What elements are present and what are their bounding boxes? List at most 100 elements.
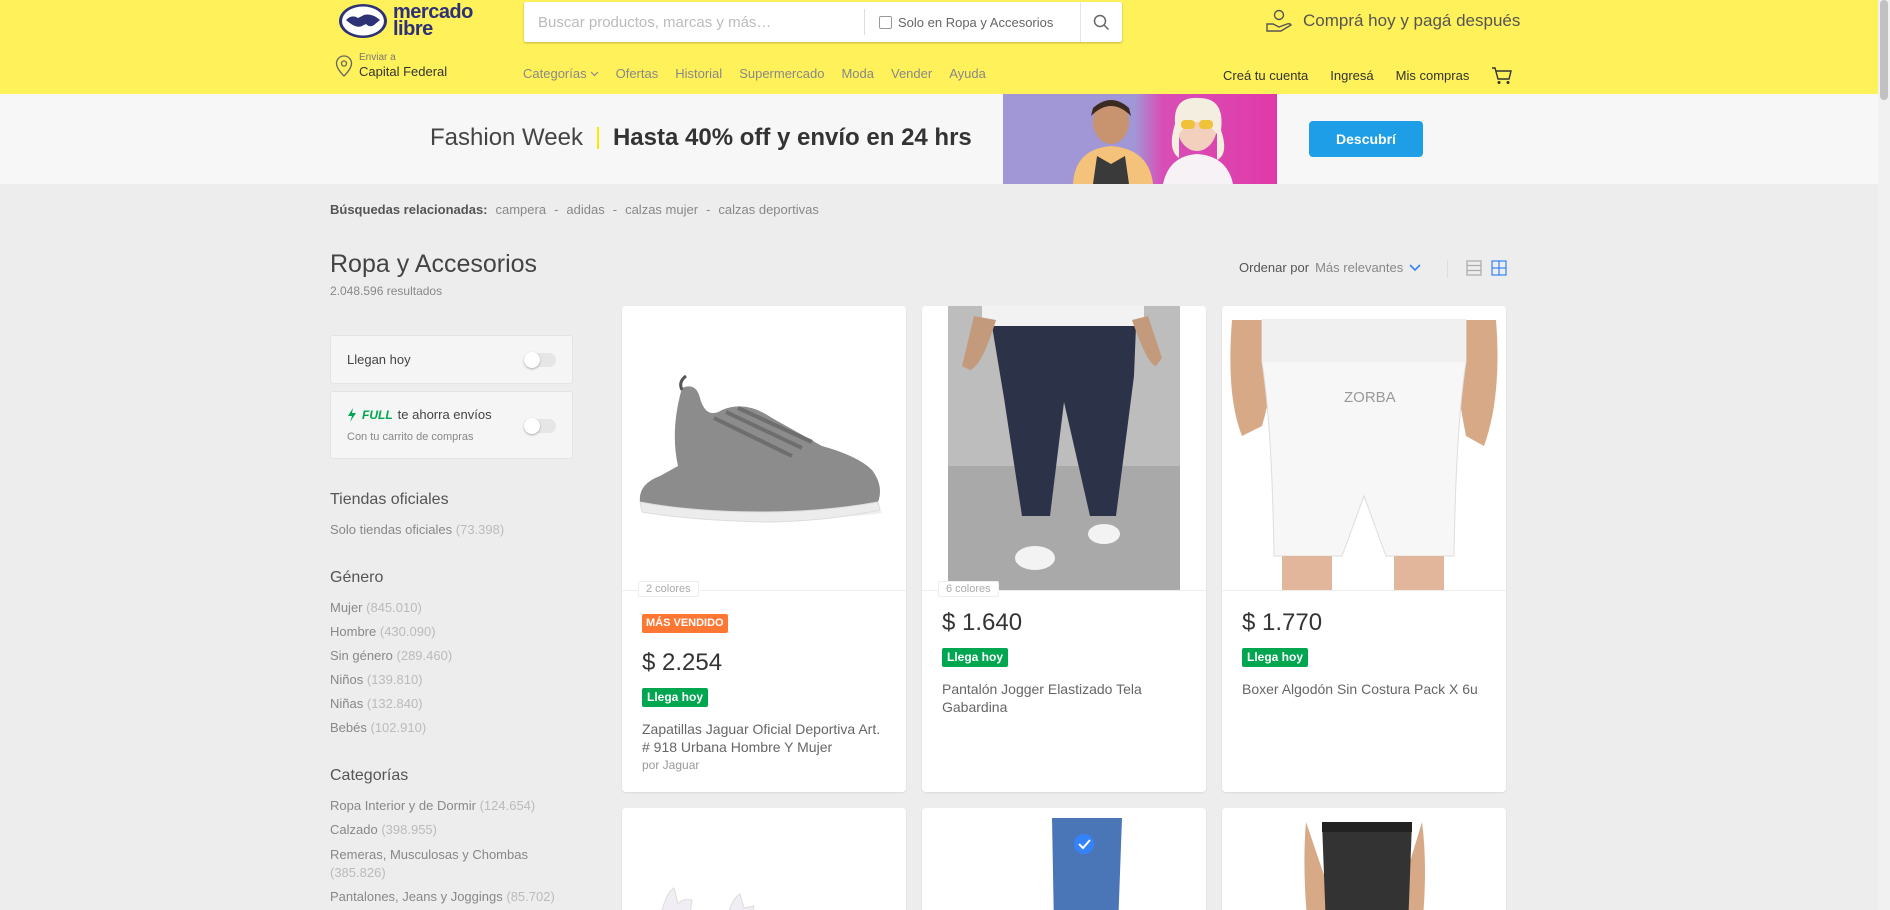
product-card[interactable] [1222,808,1506,910]
llegan-hoy-label: Llegan hoy [347,352,411,367]
filter-count: (139.810) [366,672,423,687]
product-card[interactable]: ZORBA $ 1.770 Llega hoy Boxer Algodón Si… [1222,306,1506,792]
filter-count: (385.826) [330,865,386,880]
page-title: Ropa y Accesorios [330,250,538,278]
filter-label: Bebés [330,720,367,735]
filter-gender-hombre[interactable]: Hombre (430.090) [330,624,436,639]
product-price: $ 1.640 [942,609,1023,636]
brand-print: ZORBA [1344,389,1396,406]
filter-category[interactable]: Remeras, Musculosas y Chombas (385.826) [330,846,555,882]
filter-count: (124.654) [479,798,536,813]
product-image-partial [1304,822,1425,910]
filter-label: Ropa Interior y de Dormir [330,798,476,813]
nav-categorias-label: Categorías [523,66,587,81]
filter-category[interactable]: Pantalones, Jeans y Joggings (85.702) [330,889,555,904]
product-title[interactable]: Boxer Algodón Sin Costura Pack X 6u [1242,680,1482,698]
product-image[interactable] [922,306,1206,591]
main-nav: Categorías Ofertas Historial Supermercad… [523,66,986,81]
search-button[interactable] [1080,2,1122,42]
filter-full[interactable]: FULL te ahorra envíos Con tu carrito de … [330,391,573,459]
cart-icon[interactable] [1491,66,1513,85]
filter-count: (73.398) [455,522,505,537]
sort-dropdown[interactable]: Ordenar por Más relevantes [1239,260,1421,275]
llegan-hoy-toggle[interactable] [524,352,556,368]
filter-label: Niños [330,672,364,687]
related-search-link[interactable]: campera [496,202,547,217]
search-scope-checkbox[interactable] [879,15,892,29]
delivery-badge: Llega hoy [642,688,709,707]
full-label: FULL te ahorra envíos [347,407,492,422]
my-purchases-link[interactable]: Mis compras [1396,68,1470,83]
best-seller-badge: MÁS VENDIDO [642,614,728,633]
filter-gender-bebes[interactable]: Bebés (102.910) [330,720,426,735]
product-card[interactable]: 2 colores MÁS VENDIDO $ 2.254 Llega hoy … [622,306,906,792]
nav-supermercado[interactable]: Supermercado [739,66,824,81]
account-nav: Creá tu cuenta Ingresá Mis compras [1223,66,1513,85]
sort-label: Ordenar por [1239,260,1310,275]
filter-label: Niñas [330,696,364,711]
nav-vender[interactable]: Vender [891,66,932,81]
search-scope-filter[interactable]: Solo en Ropa y Accesorios [864,9,1080,35]
filter-label: Solo tiendas oficiales [330,522,453,537]
location-city: Capital Federal [359,64,448,79]
models-illustration [1073,97,1233,184]
filter-llegan-hoy[interactable]: Llegan hoy [330,335,573,384]
product-card[interactable]: 6 colores $ 1.640 Llega hoy Pantalón Jog… [922,306,1206,792]
nav-ayuda[interactable]: Ayuda [949,66,986,81]
search-icon [1093,14,1110,30]
list-view-icon[interactable] [1466,260,1482,276]
create-account-link[interactable]: Creá tu cuenta [1223,68,1308,83]
view-divider [1447,260,1448,278]
scrollbar[interactable] [1878,0,1890,910]
promo-banner[interactable]: Fashion Week Hasta 40% off y envío en 24… [0,94,1878,184]
product-card[interactable] [622,808,906,910]
mercadolibre-logo[interactable]: mercado libre [338,2,473,39]
discover-button[interactable]: Descubrí [1309,121,1423,157]
related-search-link[interactable]: calzas deportivas [718,202,818,217]
filter-category[interactable]: Ropa Interior y de Dormir (124.654) [330,798,535,813]
banner-headline: Hasta 40% off y envío en 24 hrs [612,124,972,151]
filter-count: (132.840) [366,696,423,711]
sneaker-image [639,374,882,523]
product-card[interactable] [922,808,1206,910]
filter-gender-ninos[interactable]: Niños (139.810) [330,672,423,687]
full-toggle[interactable] [524,418,556,434]
product-image-partial [661,887,755,910]
product-title[interactable]: Pantalón Jogger Elastizado Tela Gabardin… [942,680,1182,716]
filter-gender-sin-genero[interactable]: Sin género (289.460) [330,648,452,663]
product-image[interactable]: ZORBA [1222,306,1506,591]
related-search-link[interactable]: adidas [566,202,604,217]
colors-tag: 2 colores [638,581,699,597]
delivery-location[interactable]: Enviar a Capital Federal [335,52,447,79]
filter-gender-ninas[interactable]: Niñas (132.840) [330,696,423,711]
pay-later-promo[interactable]: Comprá hoy y pagá después [1265,9,1520,33]
sort-value: Más relevantes [1315,260,1404,275]
product-image[interactable] [622,306,906,591]
lightning-icon [348,407,356,422]
hand-coin-icon [1266,9,1292,32]
nav-historial[interactable]: Historial [675,66,722,81]
grid-view-icon[interactable] [1491,260,1507,276]
filter-count: (845.010) [366,600,422,615]
nav-moda[interactable]: Moda [841,66,874,81]
filter-count: (430.090) [379,624,436,639]
banner-text: Fashion Week Hasta 40% off y envío en 24… [430,124,972,152]
pay-later-text: Comprá hoy y pagá después [1303,11,1521,30]
location-pin-icon [335,54,353,77]
related-search-link[interactable]: calzas mujer [625,202,698,217]
filter-category[interactable]: Calzado (398.955) [330,822,437,837]
search-bar: Solo en Ropa y Accesorios [524,2,1122,42]
product-title[interactable]: Zapatillas Jaguar Oficial Deportiva Art.… [642,720,882,756]
filter-gender-mujer[interactable]: Mujer (845.010) [330,600,422,615]
gender-heading: Género [330,569,384,586]
nav-categorias[interactable]: Categorías [523,66,599,81]
filter-official-stores[interactable]: Solo tiendas oficiales (73.398) [330,522,504,537]
scrollbar-thumb[interactable] [1880,0,1888,100]
chevron-down-icon [1409,263,1421,271]
search-input[interactable] [524,3,864,41]
jogger-pants-image [948,306,1180,590]
filter-label: Pantalones, Jeans y Joggings [330,889,503,904]
nav-ofertas[interactable]: Ofertas [616,66,659,81]
official-stores-heading: Tiendas oficiales [330,491,449,508]
login-link[interactable]: Ingresá [1330,68,1373,83]
